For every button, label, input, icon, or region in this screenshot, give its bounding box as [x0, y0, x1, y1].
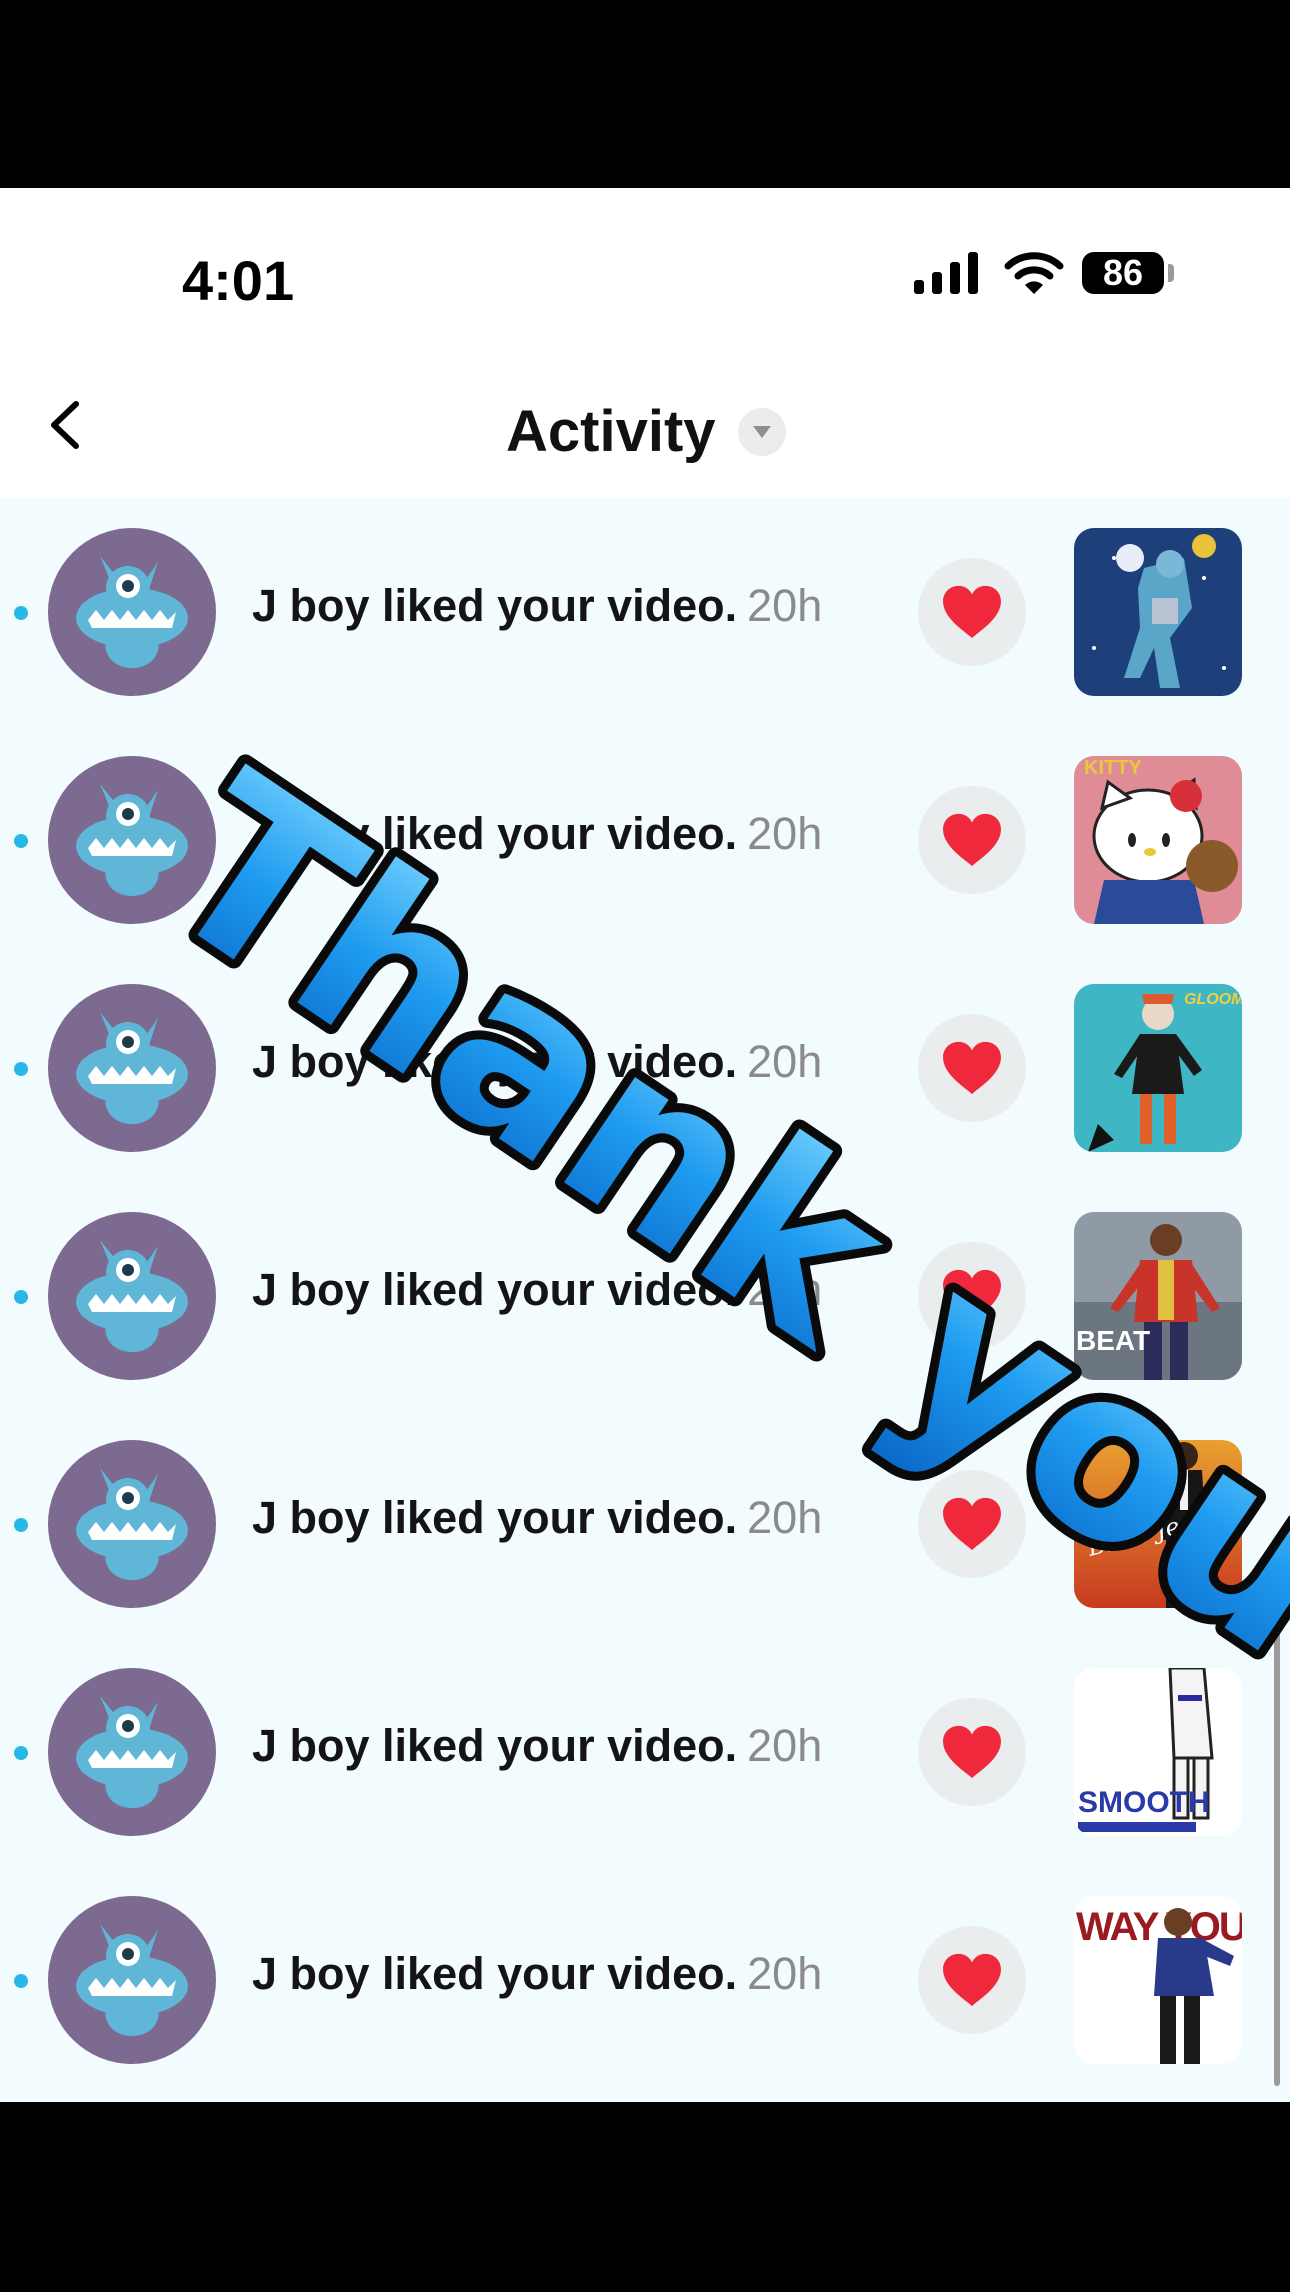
notification-text: J boy liked your video. 20h — [252, 1948, 823, 1999]
list-item[interactable]: J boy liked your video. 20h Billie Jean — [0, 1410, 1290, 1638]
avatar[interactable] — [48, 528, 216, 696]
list-item[interactable]: J boy liked your video.20h WAY YOU MAKE … — [0, 1866, 1290, 2094]
like-button[interactable] — [918, 1926, 1026, 2034]
heart-icon — [941, 1040, 1003, 1096]
notification-time: 20h — [747, 580, 823, 631]
list-item[interactable]: J boy liked your video. 20h BEAT — [0, 1182, 1290, 1410]
like-button[interactable] — [918, 1470, 1026, 1578]
list-item[interactable]: J boy liked your video. 20h KITTY — [0, 726, 1290, 954]
unread-dot — [14, 606, 28, 620]
avatar[interactable] — [48, 1896, 216, 2064]
notification-time: 20h — [747, 808, 823, 859]
video-thumbnail[interactable]: Billie Jean — [1074, 1440, 1242, 1608]
list-item[interactable]: J boy liked your video. 20h SMOOTH — [0, 1638, 1290, 1866]
video-thumbnail[interactable]: SMOOTH — [1074, 1668, 1242, 1836]
cellular-signal-icon — [914, 252, 978, 294]
svg-text:SMOOTH: SMOOTH — [1078, 1786, 1210, 1819]
video-thumbnail[interactable]: GLOOM — [1074, 984, 1242, 1152]
like-button[interactable] — [918, 1014, 1026, 1122]
heart-icon — [941, 1952, 1003, 2008]
video-thumbnail[interactable] — [1074, 528, 1242, 696]
notification-text: J boy liked your video. 20h — [252, 1264, 823, 1315]
battery-tip — [1168, 264, 1174, 282]
heart-icon — [941, 812, 1003, 868]
heart-icon — [941, 1496, 1003, 1552]
avatar[interactable] — [48, 1668, 216, 1836]
like-button[interactable] — [918, 1698, 1026, 1806]
avatar[interactable] — [48, 1440, 216, 1608]
unread-dot — [14, 1518, 28, 1532]
video-thumbnail[interactable]: WAY YOU MAKE ME FEEL — [1074, 1896, 1242, 2064]
chevron-left-icon[interactable] — [40, 398, 94, 452]
unread-dot — [14, 1746, 28, 1760]
notification-text: J boy liked your video. 20h — [252, 1720, 823, 1771]
notification-time: 20h — [747, 1264, 823, 1315]
video-thumbnail[interactable]: KITTY — [1074, 756, 1242, 924]
notification-time: 20h — [747, 1036, 823, 1087]
caret-down-icon[interactable] — [738, 408, 786, 456]
like-button[interactable] — [918, 558, 1026, 666]
notification-text: J boy liked your video. 20h — [252, 1492, 823, 1543]
unread-dot — [14, 834, 28, 848]
svg-text:KITTY: KITTY — [1084, 757, 1142, 779]
status-time: 4:01 — [182, 249, 295, 312]
scrollbar[interactable] — [1274, 1606, 1280, 2086]
notification-time: 20h — [747, 1492, 823, 1543]
avatar[interactable] — [48, 1212, 216, 1380]
screen: 4:01 86 Activity J boy liked your video.… — [0, 188, 1290, 2102]
like-button[interactable] — [918, 1242, 1026, 1350]
heart-icon — [941, 1268, 1003, 1324]
notification-time: 20h — [747, 1948, 823, 1999]
notification-text: J boy liked your video. 20h — [252, 580, 823, 631]
unread-dot — [14, 1062, 28, 1076]
battery-icon: 86 — [1082, 252, 1164, 294]
status-icons: 86 — [914, 250, 1184, 306]
notification-text: J boy liked your video. 20h — [252, 1036, 823, 1087]
avatar[interactable] — [48, 984, 216, 1152]
battery-level: 86 — [1102, 252, 1144, 293]
unread-dot — [14, 1290, 28, 1304]
top-bar: 4:01 86 Activity — [0, 188, 1290, 498]
unread-dot — [14, 1974, 28, 1988]
svg-text:BEAT: BEAT — [1076, 1325, 1150, 1356]
page-title: Activity — [506, 399, 716, 464]
svg-text:GLOOM: GLOOM — [1184, 991, 1242, 1008]
notification-text: J boy liked your video. 20h — [252, 808, 823, 859]
list-item[interactable]: J boy liked your video. 20h — [0, 498, 1290, 726]
wifi-icon — [1004, 252, 1064, 294]
list-item[interactable]: J boy liked your video. 20h GLOOM — [0, 954, 1290, 1182]
video-thumbnail[interactable]: BEAT — [1074, 1212, 1242, 1380]
like-button[interactable] — [918, 786, 1026, 894]
heart-icon — [941, 584, 1003, 640]
avatar[interactable] — [48, 756, 216, 924]
heart-icon — [941, 1724, 1003, 1780]
notification-time: 20h — [747, 1720, 823, 1771]
